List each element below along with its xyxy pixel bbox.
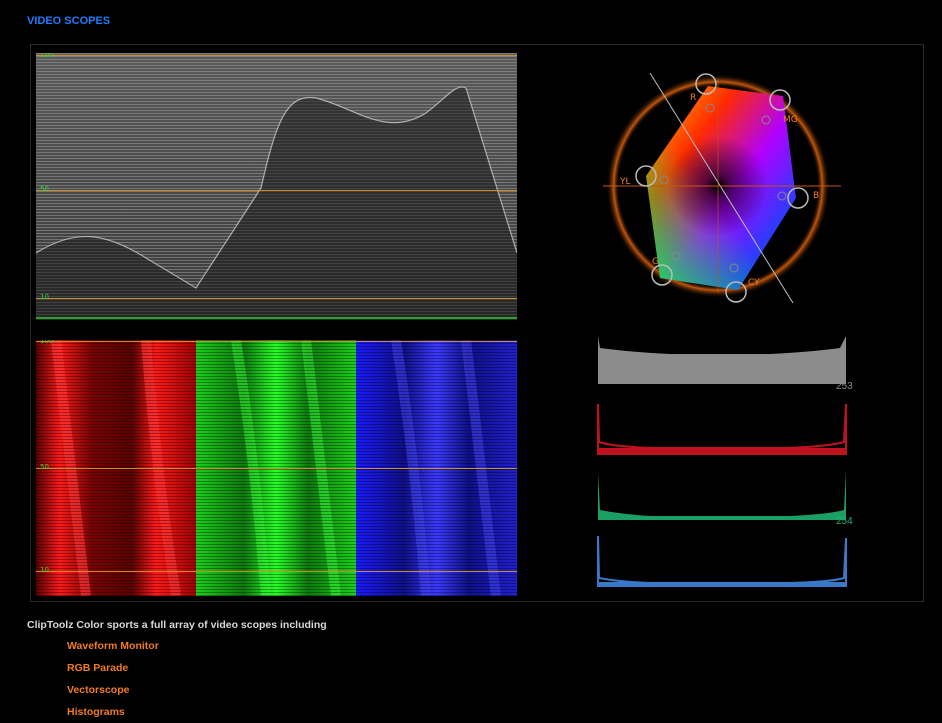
scope-list-item-vectorscope: Vectorscope bbox=[67, 684, 130, 696]
vectorscope: R MG B CY G YL bbox=[598, 68, 843, 313]
scope-list-item-waveform: Waveform Monitor bbox=[67, 640, 159, 652]
waveform-label-10: 10 bbox=[40, 293, 49, 301]
target-label-r: R bbox=[690, 93, 696, 103]
waveform-gridline-10 bbox=[36, 298, 517, 299]
scope-list-item-rgb-parade: RGB Parade bbox=[67, 662, 129, 674]
target-label-yl: YL bbox=[619, 177, 631, 187]
parade-label-50: 50 bbox=[40, 463, 49, 471]
histogram-red bbox=[597, 403, 847, 455]
target-label-b: B bbox=[813, 191, 819, 201]
parade-label-100: 100 bbox=[40, 340, 54, 345]
parade-gridline-100 bbox=[36, 341, 517, 342]
caption-text: ClipToolz Color sports a full array of v… bbox=[27, 619, 327, 631]
parade-gridline-10 bbox=[36, 571, 517, 572]
histogram-blue bbox=[597, 535, 847, 587]
histogram-luma-peak: 253 bbox=[836, 381, 853, 392]
waveform-label-50: 50 bbox=[40, 185, 49, 193]
vectorscope-graticule: R MG B CY G YL bbox=[603, 72, 841, 304]
target-label-cy: CY bbox=[748, 278, 760, 288]
histogram-green-peak: 254 bbox=[836, 516, 853, 527]
page: VIDEO SCOPES 100 50 10 100 50 10 R MG B … bbox=[0, 0, 942, 723]
waveform-trace bbox=[36, 53, 517, 320]
waveform-label-100: 100 bbox=[40, 53, 54, 59]
scope-list-item-histograms: Histograms bbox=[67, 706, 125, 718]
parade-label-10: 10 bbox=[40, 566, 49, 574]
waveform-gridline-100 bbox=[36, 55, 517, 56]
scope-list: Waveform Monitor RGB Parade Vectorscope … bbox=[67, 640, 159, 723]
histogram-green bbox=[598, 470, 846, 520]
histogram-luma bbox=[598, 336, 846, 384]
rgb-parade: 100 50 10 bbox=[36, 340, 517, 596]
parade-gridline-50 bbox=[36, 468, 517, 469]
histograms: 253 254 bbox=[590, 330, 860, 595]
waveform-gridline-50 bbox=[36, 190, 517, 191]
waveform-monitor: 100 50 10 bbox=[36, 53, 517, 320]
target-label-g: G bbox=[652, 257, 659, 267]
page-title: VIDEO SCOPES bbox=[27, 15, 111, 27]
target-label-mg: MG bbox=[783, 115, 798, 125]
histogram-graphs bbox=[597, 336, 847, 587]
